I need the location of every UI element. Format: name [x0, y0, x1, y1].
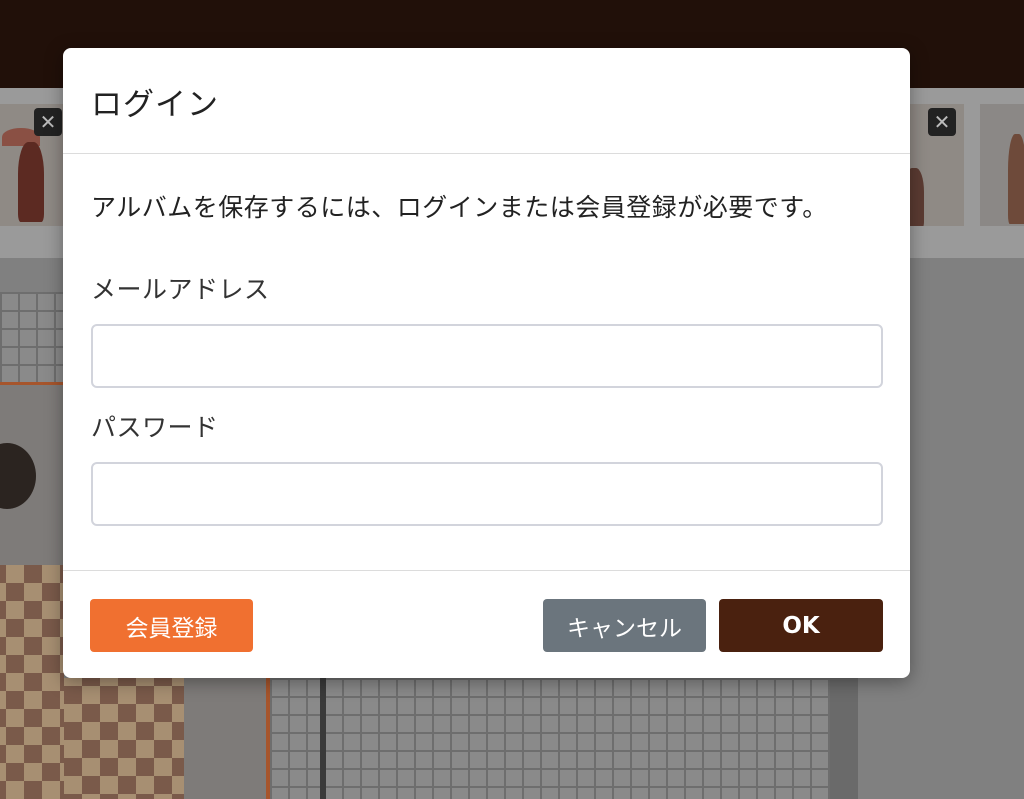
shoji-screen-background — [0, 292, 64, 382]
screen-post — [830, 678, 858, 799]
shoji-screen-background — [270, 678, 830, 799]
login-modal: ログイン アルバムを保存するには、ログインまたは会員登録が必要です。 メールアド… — [63, 48, 910, 678]
right-side-area — [910, 258, 1024, 799]
cancel-button[interactable]: キャンセル — [543, 599, 706, 652]
modal-footer: 会員登録 キャンセル OK — [63, 570, 910, 678]
ok-button[interactable]: OK — [719, 599, 883, 652]
password-label: パスワード — [91, 413, 219, 442]
kimono-figure — [1008, 134, 1024, 224]
kimono-figure — [18, 142, 44, 222]
screen-post — [320, 678, 326, 799]
email-label: メールアドレス — [91, 275, 270, 304]
kimono-pattern — [64, 678, 184, 799]
kimono-pattern — [0, 565, 64, 799]
thumbnail-photo[interactable] — [980, 104, 1024, 226]
register-button[interactable]: 会員登録 — [90, 599, 253, 652]
modal-body: アルバムを保存するには、ログインまたは会員登録が必要です。 メールアドレス パス… — [63, 154, 910, 570]
main-photo-preview — [0, 385, 64, 799]
main-photo-preview-lower — [64, 678, 268, 799]
kimono-figure — [910, 168, 924, 226]
close-icon[interactable]: ✕ — [34, 108, 62, 136]
modal-header: ログイン — [63, 48, 910, 154]
modal-title: ログイン — [91, 87, 219, 123]
person-head — [0, 443, 36, 509]
email-field[interactable] — [91, 324, 883, 388]
close-icon[interactable]: ✕ — [928, 108, 956, 136]
login-required-message: アルバムを保存するには、ログインまたは会員登録が必要です。 — [91, 193, 828, 222]
password-field[interactable] — [91, 462, 883, 526]
